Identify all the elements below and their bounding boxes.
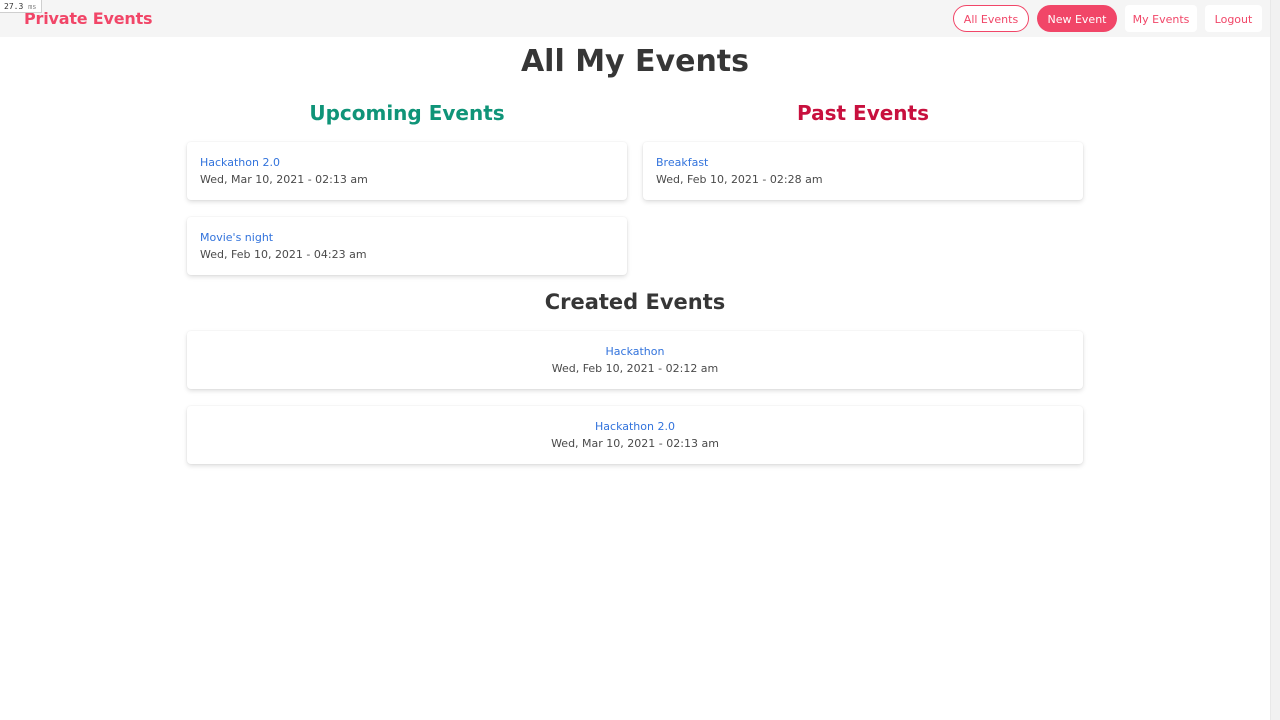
created-event-card: Hackathon Wed, Feb 10, 2021 - 02:12 am: [187, 331, 1083, 389]
new-event-button[interactable]: New Event: [1037, 5, 1117, 32]
timing-unit: ms: [28, 3, 37, 11]
event-date: Wed, Feb 10, 2021 - 04:23 am: [200, 248, 367, 261]
logout-button[interactable]: Logout: [1205, 5, 1262, 32]
my-events-button[interactable]: My Events: [1125, 5, 1197, 32]
all-events-button[interactable]: All Events: [953, 5, 1029, 32]
past-event-card: Breakfast Wed, Feb 10, 2021 - 02:28 am: [643, 142, 1083, 200]
event-link[interactable]: Hackathon: [200, 345, 1070, 359]
event-date: Wed, Mar 10, 2021 - 02:13 am: [200, 173, 368, 186]
event-link[interactable]: Movie's night: [200, 231, 614, 245]
page-scrollbar[interactable]: [1270, 0, 1280, 720]
event-link[interactable]: Hackathon 2.0: [200, 420, 1070, 434]
event-date: Wed, Feb 10, 2021 - 02:28 am: [656, 173, 823, 186]
upcoming-events-heading: Upcoming Events: [309, 101, 505, 125]
brand-logo-link[interactable]: Private Events: [24, 9, 153, 28]
created-event-card: Hackathon 2.0 Wed, Mar 10, 2021 - 02:13 …: [187, 406, 1083, 464]
created-events-heading: Created Events: [544, 290, 726, 314]
upcoming-event-card: Movie's night Wed, Feb 10, 2021 - 04:23 …: [187, 217, 627, 275]
upcoming-event-card: Hackathon 2.0 Wed, Mar 10, 2021 - 02:13 …: [187, 142, 627, 200]
render-timing-badge: 27.3 ms: [0, 0, 42, 13]
event-date: Wed, Mar 10, 2021 - 02:13 am: [551, 437, 719, 450]
event-date: Wed, Feb 10, 2021 - 02:12 am: [551, 362, 719, 375]
event-link[interactable]: Breakfast: [656, 156, 1070, 170]
past-events-heading: Past Events: [796, 101, 929, 125]
event-link[interactable]: Hackathon 2.0: [200, 156, 614, 170]
timing-value: 27.3: [4, 2, 24, 11]
page-title: All My Events: [520, 44, 750, 79]
navbar: Private Events 27.3 ms All Events New Ev…: [0, 0, 1270, 37]
